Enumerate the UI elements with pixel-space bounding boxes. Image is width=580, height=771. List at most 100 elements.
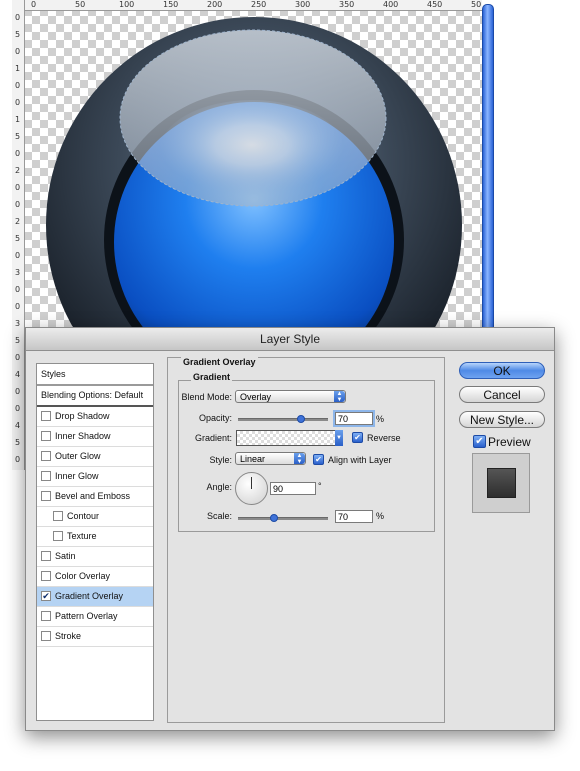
ruler-tick-label: 0 [15, 251, 21, 260]
style-checkbox[interactable] [53, 510, 63, 521]
ruler-tick-label: 50 [471, 0, 482, 9]
section-title: Gradient Overlay [181, 357, 258, 367]
ruler-tick-label: 5 [15, 132, 21, 141]
style-item-color-overlay[interactable]: Color Overlay [37, 567, 153, 587]
ruler-tick-label: 0 [15, 81, 21, 90]
ruler-tick-label: 0 [15, 404, 21, 413]
opacity-field[interactable]: 70 [333, 410, 375, 427]
ruler-tick-label: 3 [15, 319, 21, 328]
style-checkbox[interactable] [41, 630, 51, 641]
ruler-tick-label: 300 [295, 0, 311, 9]
style-item-label: Inner Shadow [55, 431, 111, 441]
group-title: Gradient [191, 372, 233, 382]
align-with-layer-checkbox[interactable]: ✔ [313, 454, 324, 465]
ruler-tick-label: 50 [75, 0, 86, 9]
angle-unit: ° [318, 481, 322, 491]
style-item-contour[interactable]: Contour [37, 507, 153, 527]
ruler-tick-label: 2 [15, 166, 21, 175]
blend-mode-label: Blend Mode: [181, 392, 232, 402]
style-item-satin[interactable]: Satin [37, 547, 153, 567]
vertical-ruler: 0 5 0 1 0 0 1 5 0 2 0 0 2 5 0 3 0 0 3 5 0 4 0 0 4 5 0 [12, 0, 25, 470]
style-select[interactable]: Linear ▲ ▼ [235, 452, 306, 465]
reverse-label: Reverse [367, 433, 401, 443]
style-item-outer-glow[interactable]: Outer Glow [37, 447, 153, 467]
ruler-tick-label: 0 [15, 183, 21, 192]
ruler-tick-label: 450 [427, 0, 443, 9]
ruler-tick-label: 0 [15, 47, 21, 56]
reverse-checkbox[interactable]: ✔ [352, 432, 363, 443]
style-item-inner-shadow[interactable]: Inner Shadow [37, 427, 153, 447]
ruler-tick-label: 3 [15, 268, 21, 277]
style-item-label: Drop Shadow [55, 411, 110, 421]
style-checkbox[interactable] [41, 450, 51, 461]
preview-thumbnail [472, 453, 530, 513]
horizontal-ruler: 0 50 100 150 200 250 300 350 400 450 50 [24, 0, 482, 11]
angle-field[interactable]: 90 [270, 482, 316, 495]
ruler-tick-label: 0 [15, 200, 21, 209]
ruler-tick-label: 2 [15, 217, 21, 226]
ruler-tick-label: 400 [383, 0, 399, 9]
ok-button[interactable]: OK [459, 362, 545, 379]
ruler-tick-label: 0 [15, 13, 21, 22]
ruler-tick-label: 0 [15, 149, 21, 158]
style-item-label: Color Overlay [55, 571, 111, 581]
ruler-tick-label: 0 [31, 0, 37, 9]
blend-mode-select[interactable]: Overlay ▲ ▼ [235, 390, 346, 403]
style-checkbox[interactable] [41, 430, 51, 441]
style-item-label: Inner Glow [55, 471, 99, 481]
preview-checkbox[interactable]: ✔ [473, 435, 486, 448]
ruler-tick-label: 1 [15, 64, 21, 73]
scale-field[interactable]: 70 [335, 510, 373, 523]
angle-label: Angle: [206, 482, 232, 492]
canvas-scrollbar[interactable] [482, 4, 494, 346]
style-item-stroke[interactable]: Stroke [37, 627, 153, 647]
styles-header[interactable]: Styles [37, 364, 153, 385]
layer-style-dialog: Layer Style Styles Blending Options: Def… [25, 327, 555, 731]
gradient-swatch[interactable] [236, 430, 336, 446]
style-checkbox[interactable]: ✔ [41, 590, 51, 601]
style-label: Style: [209, 455, 232, 465]
ruler-tick-label: 0 [15, 353, 21, 362]
opacity-unit: % [376, 414, 385, 424]
angle-dial[interactable] [235, 472, 268, 505]
new-style-button[interactable]: New Style... [459, 411, 545, 428]
ruler-tick-label: 250 [251, 0, 267, 9]
scale-slider[interactable] [238, 514, 328, 522]
ruler-tick-label: 200 [207, 0, 223, 9]
ruler-tick-label: 5 [15, 234, 21, 243]
style-item-label: Bevel and Emboss [55, 491, 131, 501]
style-checkbox[interactable] [41, 470, 51, 481]
style-item-gradient-overlay[interactable]: ✔ Gradient Overlay [37, 587, 153, 607]
ruler-tick-label: 1 [15, 115, 21, 124]
style-checkbox[interactable] [41, 410, 51, 421]
cancel-button[interactable]: Cancel [459, 386, 545, 403]
style-item-label: Outer Glow [55, 451, 101, 461]
align-with-layer-label: Align with Layer [328, 455, 392, 465]
style-item-drop-shadow[interactable]: Drop Shadow [37, 407, 153, 427]
ruler-tick-label: 5 [15, 336, 21, 345]
style-checkbox[interactable] [41, 550, 51, 561]
style-item-bevel-and-emboss[interactable]: Bevel and Emboss [37, 487, 153, 507]
style-checkbox[interactable] [41, 570, 51, 581]
style-item-pattern-overlay[interactable]: Pattern Overlay [37, 607, 153, 627]
blending-options-item[interactable]: Blending Options: Default [37, 385, 153, 407]
opacity-slider-thumb[interactable] [297, 415, 305, 423]
style-checkbox[interactable] [41, 490, 51, 501]
style-item-label: Satin [55, 551, 76, 561]
style-checkbox[interactable] [41, 610, 51, 621]
dialog-title: Layer Style [26, 328, 554, 351]
style-item-texture[interactable]: Texture [37, 527, 153, 547]
scale-unit: % [376, 511, 385, 521]
scale-slider-thumb[interactable] [270, 514, 278, 522]
preview-swatch [487, 468, 516, 498]
styles-list: Styles Blending Options: Default Drop Sh… [36, 363, 154, 721]
opacity-label: Opacity: [198, 413, 232, 423]
ruler-tick-label: 350 [339, 0, 355, 9]
style-item-inner-glow[interactable]: Inner Glow [37, 467, 153, 487]
opacity-slider[interactable] [238, 415, 328, 423]
ruler-tick-label: 0 [15, 302, 21, 311]
gradient-dropdown-icon[interactable]: ▼ [335, 430, 343, 446]
style-item-label: Pattern Overlay [55, 611, 118, 621]
style-checkbox[interactable] [53, 530, 63, 541]
style-item-label: Stroke [55, 631, 82, 641]
